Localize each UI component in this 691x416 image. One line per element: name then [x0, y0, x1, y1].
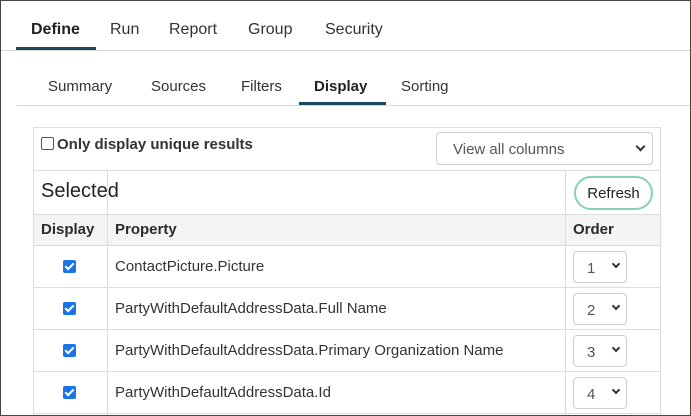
order-select[interactable]: 3: [573, 335, 627, 367]
chevron-down-icon: [611, 301, 621, 311]
tab-sorting[interactable]: Sorting: [401, 78, 449, 95]
tab-security[interactable]: Security: [325, 21, 383, 39]
order-value: 4: [587, 386, 596, 403]
tab-report[interactable]: Report: [169, 21, 217, 39]
table-row: ContactPicture.Picture 1: [34, 246, 660, 288]
tab-filters[interactable]: Filters: [241, 78, 282, 95]
top-tab-bar: Define Run Report Group Security: [1, 1, 690, 51]
column-divider: [565, 171, 566, 415]
unique-results-checkbox[interactable]: [41, 137, 54, 150]
property-name: ContactPicture.Picture: [115, 258, 265, 275]
column-header-order: Order: [573, 221, 614, 238]
order-value: 2: [587, 302, 596, 319]
display-checkbox[interactable]: [63, 260, 76, 273]
order-select[interactable]: 2: [573, 293, 627, 325]
column-header-display: Display: [41, 221, 95, 238]
property-name: PartyWithDefaultAddressData.Id: [115, 384, 331, 401]
chevron-down-icon: [611, 385, 621, 395]
view-columns-value: View all columns: [453, 141, 565, 158]
column-header-property: Property: [115, 221, 177, 238]
column-divider: [107, 171, 108, 415]
property-name: PartyWithDefaultAddressData.Primary Orga…: [115, 342, 504, 359]
tab-sources[interactable]: Sources: [151, 78, 206, 95]
table-header-row: Display Property Order: [34, 215, 660, 246]
tab-run[interactable]: Run: [110, 21, 139, 39]
chevron-down-icon: [635, 141, 646, 152]
display-checkbox[interactable]: [63, 344, 76, 357]
tab-display[interactable]: Display: [314, 78, 367, 95]
view-columns-select[interactable]: View all columns: [436, 132, 653, 165]
order-select[interactable]: 1: [573, 251, 627, 283]
order-value: 1: [587, 260, 596, 277]
display-checkbox[interactable]: [63, 302, 76, 315]
tab-group[interactable]: Group: [248, 21, 292, 39]
chevron-down-icon: [611, 259, 621, 269]
unique-results-label: Only display unique results: [57, 136, 253, 153]
order-select[interactable]: 4: [573, 377, 627, 409]
tab-define[interactable]: Define: [31, 21, 80, 39]
chevron-down-icon: [611, 343, 621, 353]
tab-summary[interactable]: Summary: [48, 78, 112, 95]
table-row: PartyWithDefaultAddressData.Primary Orga…: [34, 330, 660, 372]
order-value: 3: [587, 344, 596, 361]
active-subtab-indicator: [299, 102, 386, 105]
table-row: PartyWithDefaultAddressData.Full Name 2: [34, 288, 660, 330]
sub-tab-bar: Summary Sources Filters Display Sorting: [17, 67, 690, 106]
table-row: PartyWithDefaultAddressData.Id 4: [34, 372, 660, 414]
refresh-button[interactable]: Refresh: [574, 176, 653, 210]
selected-header-row: Selected Refresh: [34, 171, 660, 215]
refresh-button-label: Refresh: [587, 185, 640, 202]
active-tab-indicator: [16, 47, 96, 50]
display-checkbox[interactable]: [63, 386, 76, 399]
property-name: PartyWithDefaultAddressData.Full Name: [115, 300, 387, 317]
display-panel: Only display unique results View all col…: [33, 127, 661, 415]
report-editor-window: Define Run Report Group Security Summary…: [0, 0, 691, 416]
unique-results-row: Only display unique results View all col…: [34, 128, 660, 171]
